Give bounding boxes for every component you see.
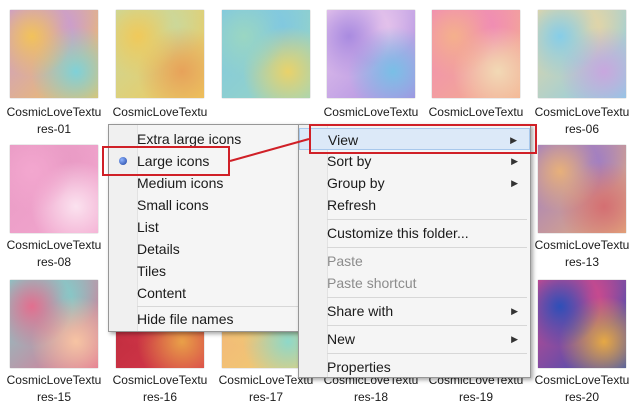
file-name[interactable]: CosmicLoveTextu <box>318 104 424 121</box>
file-thumbnail[interactable] <box>538 280 626 368</box>
menu-separator <box>327 353 527 354</box>
file-thumbnail[interactable] <box>538 10 626 98</box>
menu-separator <box>137 306 298 307</box>
file-thumbnail[interactable] <box>10 145 98 233</box>
menu-item-small-icons[interactable]: Small icons <box>109 194 301 216</box>
file-name[interactable]: CosmicLoveTextu <box>107 104 213 121</box>
file-name[interactable]: CosmicLoveTextu res-16 <box>107 372 213 406</box>
menu-item-content[interactable]: Content <box>109 282 301 304</box>
menu-item-tiles[interactable]: Tiles <box>109 260 301 282</box>
menu-item-details[interactable]: Details <box>109 238 301 260</box>
menu-item-share-with[interactable]: Share with ▶ <box>299 300 530 322</box>
menu-item-paste-shortcut: Paste shortcut <box>327 275 417 291</box>
file-thumbnail[interactable] <box>10 280 98 368</box>
file-name[interactable]: CosmicLoveTextu res-01 <box>1 104 107 138</box>
menu-separator <box>327 219 527 220</box>
menu-item-list[interactable]: List <box>109 216 301 238</box>
file-name[interactable]: CosmicLoveTextu res-08 <box>1 237 107 271</box>
file-thumbnail[interactable] <box>538 145 626 233</box>
file-name[interactable]: CosmicLoveTextu res-15 <box>1 372 107 406</box>
context-menu: View ▶ Sort by ▶ Group by ▶ Refresh Customi… <box>298 124 531 378</box>
menu-item-hide-file-names[interactable]: Hide file names <box>109 308 301 330</box>
menu-separator <box>327 325 527 326</box>
file-thumbnail[interactable] <box>432 10 520 98</box>
highlight-box-large-icons <box>102 146 230 176</box>
file-name[interactable]: CosmicLoveTextu res-13 <box>529 237 635 271</box>
submenu-arrow-icon: ▶ <box>511 178 518 188</box>
menu-item-paste: Paste <box>327 253 363 269</box>
menu-separator <box>327 297 527 298</box>
file-thumbnail[interactable] <box>327 10 415 98</box>
menu-separator <box>327 247 527 248</box>
file-thumbnail[interactable] <box>116 10 204 98</box>
highlight-box-view <box>309 124 537 154</box>
menu-item-new[interactable]: New ▶ <box>299 328 530 350</box>
submenu-arrow-icon: ▶ <box>511 334 518 344</box>
file-name[interactable]: CosmicLoveTextu res-06 <box>529 104 635 138</box>
submenu-arrow-icon: ▶ <box>511 306 518 316</box>
menu-item-group-by[interactable]: Group by ▶ <box>299 172 530 194</box>
file-name[interactable]: CosmicLoveTextu <box>423 104 529 121</box>
file-thumbnail[interactable] <box>10 10 98 98</box>
menu-item-properties[interactable]: Properties <box>299 356 530 378</box>
file-name[interactable]: CosmicLoveTextu res-20 <box>529 372 635 406</box>
menu-item-customize-folder[interactable]: Customize this folder... <box>299 222 530 244</box>
menu-item-refresh[interactable]: Refresh <box>299 194 530 216</box>
file-thumbnail[interactable] <box>222 10 310 98</box>
